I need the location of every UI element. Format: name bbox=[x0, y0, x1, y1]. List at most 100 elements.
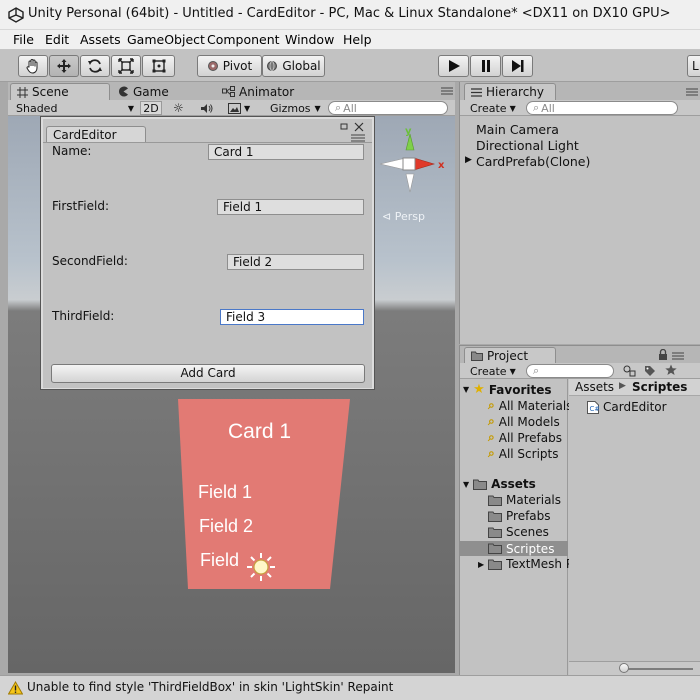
breadcrumb-root[interactable]: Assets bbox=[575, 380, 614, 394]
layers-label: L bbox=[692, 59, 699, 73]
csharp-script-icon: C# bbox=[587, 400, 600, 414]
window-menu-icon[interactable] bbox=[351, 134, 365, 142]
persp-indicator[interactable]: ⊲ Persp bbox=[382, 210, 425, 223]
play-icon bbox=[448, 60, 460, 72]
scene-search-input[interactable]: ⌕ All bbox=[328, 101, 448, 115]
hand-icon bbox=[26, 59, 38, 74]
breadcrumb: Assets ▶ Scriptes bbox=[569, 379, 700, 396]
first-field-input[interactable]: Field 1 bbox=[217, 199, 364, 215]
hierarchy-item-directional-light[interactable]: Directional Light bbox=[476, 138, 579, 153]
layers-dropdown[interactable]: L bbox=[687, 55, 700, 77]
shading-mode-dropdown[interactable]: Shaded ▼ bbox=[16, 101, 134, 115]
icon-size-slider[interactable] bbox=[619, 663, 629, 673]
tab-scene[interactable]: Scene bbox=[10, 83, 110, 100]
tag-icon[interactable] bbox=[644, 365, 656, 377]
tab-animator[interactable]: Animator bbox=[216, 83, 300, 100]
tab-scene-label: Scene bbox=[32, 85, 69, 99]
hierarchy-create-dropdown[interactable]: Create ▼ bbox=[470, 101, 516, 115]
mode-2d-toggle[interactable]: 2D bbox=[140, 101, 162, 115]
step-icon bbox=[511, 60, 523, 72]
card-field3-text: Field bbox=[200, 550, 240, 570]
favorite-all-models[interactable]: ⌕ All Models bbox=[488, 414, 560, 429]
name-input[interactable]: Card 1 bbox=[208, 144, 364, 160]
globe-icon bbox=[267, 61, 278, 71]
favorite-all-prefabs[interactable]: ⌕ All Prefabs bbox=[488, 430, 562, 445]
sun-icon: ☼ bbox=[173, 101, 184, 115]
menu-file[interactable]: File bbox=[13, 32, 34, 47]
project-search-input[interactable]: ⌕ bbox=[526, 364, 614, 378]
menu-gameobject[interactable]: GameObject bbox=[127, 32, 205, 47]
project-create-dropdown[interactable]: Create ▼ bbox=[470, 364, 516, 378]
audio-toggle[interactable] bbox=[200, 101, 213, 115]
folder-icon bbox=[488, 543, 502, 554]
favorites-label: Favorites bbox=[488, 382, 552, 397]
pivot-toggle-button[interactable]: Pivot bbox=[197, 55, 262, 77]
lock-icon[interactable] bbox=[658, 349, 668, 360]
card-editor-window: CardEditor Name: Card 1 FirstField: Fiel… bbox=[40, 116, 375, 390]
card-editor-tab[interactable]: CardEditor bbox=[46, 126, 146, 143]
expand-triangle-icon[interactable]: ▶ bbox=[465, 155, 472, 165]
star-icon[interactable] bbox=[665, 364, 677, 376]
menu-assets[interactable]: Assets bbox=[80, 32, 121, 47]
add-card-button[interactable]: Add Card bbox=[51, 364, 365, 383]
folder-scriptes[interactable]: Scriptes bbox=[460, 541, 568, 556]
project-controls: Create ▼ ⌕ bbox=[460, 363, 700, 379]
pause-button[interactable] bbox=[470, 55, 501, 77]
rotate-icon bbox=[88, 59, 102, 73]
project-tab-strip: Project bbox=[460, 346, 700, 364]
main-toolbar: Pivot Global L bbox=[0, 50, 700, 82]
rect-tool-button[interactable] bbox=[142, 55, 175, 77]
file-cardeditor[interactable]: C# CardEditor bbox=[587, 400, 667, 414]
global-toggle-button[interactable]: Global bbox=[262, 55, 325, 77]
menu-window[interactable]: Window bbox=[285, 32, 334, 47]
folder-textmesh[interactable]: ▶ TextMesh P bbox=[478, 557, 573, 571]
maximize-icon[interactable] bbox=[340, 123, 350, 131]
breadcrumb-current[interactable]: Scriptes bbox=[632, 380, 687, 394]
hierarchy-tab-strip: Hierarchy bbox=[460, 82, 700, 100]
menu-help[interactable]: Help bbox=[343, 32, 372, 47]
scene-control-bar: Shaded ▼ 2D ☼ ▼ Gizmos ▼ ⌕ All bbox=[8, 100, 455, 116]
hierarchy-search-input[interactable]: ⌕ All bbox=[526, 101, 678, 115]
close-icon[interactable] bbox=[354, 122, 364, 132]
folder-label: Scenes bbox=[506, 525, 549, 539]
hand-tool-button[interactable] bbox=[18, 55, 48, 77]
mode-2d-label: 2D bbox=[143, 101, 159, 115]
filter-type-icon[interactable] bbox=[623, 365, 636, 377]
lighting-toggle[interactable]: ☼ bbox=[173, 101, 184, 115]
panel-menu-icon[interactable] bbox=[686, 88, 698, 96]
search-icon: ⌕ bbox=[533, 101, 540, 114]
light-gizmo-icon[interactable] bbox=[245, 551, 277, 583]
third-field-label: ThirdField: bbox=[52, 309, 115, 323]
hierarchy-item-cardprefab[interactable]: CardPrefab(Clone) bbox=[476, 154, 590, 169]
third-field-input[interactable]: Field 3 bbox=[220, 309, 364, 325]
gizmos-dropdown[interactable]: Gizmos ▼ bbox=[270, 101, 321, 115]
rotate-tool-button[interactable] bbox=[80, 55, 110, 77]
folder-scenes[interactable]: Scenes bbox=[488, 525, 549, 539]
persp-label: Persp bbox=[394, 210, 425, 223]
second-field-input[interactable]: Field 2 bbox=[227, 254, 364, 270]
svg-text:C#: C# bbox=[590, 405, 600, 413]
hierarchy-item-main-camera[interactable]: Main Camera bbox=[476, 122, 559, 137]
assets-header[interactable]: ▼ Assets bbox=[463, 477, 536, 491]
favorite-all-materials[interactable]: ⌕ All Materials bbox=[488, 398, 572, 413]
favorites-header[interactable]: ▼ ★ Favorites bbox=[463, 382, 552, 397]
panel-menu-icon[interactable] bbox=[672, 352, 684, 360]
scale-tool-button[interactable] bbox=[111, 55, 141, 77]
panel-menu-icon[interactable] bbox=[441, 87, 453, 95]
step-button[interactable] bbox=[502, 55, 533, 77]
effects-dropdown[interactable]: ▼ bbox=[228, 101, 250, 115]
folder-prefabs[interactable]: Prefabs bbox=[488, 509, 551, 523]
menu-edit[interactable]: Edit bbox=[45, 32, 69, 47]
hierarchy-create-label: Create bbox=[470, 101, 507, 115]
menu-component[interactable]: Component bbox=[207, 32, 280, 47]
play-button[interactable] bbox=[438, 55, 469, 77]
folder-materials[interactable]: Materials bbox=[488, 493, 561, 507]
favorite-all-scripts[interactable]: ⌕ All Scripts bbox=[488, 446, 558, 461]
tab-game[interactable]: Game bbox=[112, 83, 175, 100]
move-tool-button[interactable] bbox=[49, 55, 79, 77]
tab-hierarchy[interactable]: Hierarchy bbox=[464, 83, 556, 100]
dropdown-arrow-icon: ▼ bbox=[244, 103, 251, 113]
orientation-gizmo[interactable]: y x bbox=[372, 122, 454, 214]
tab-project[interactable]: Project bbox=[464, 347, 556, 364]
status-message[interactable]: Unable to find style 'ThirdFieldBox' in … bbox=[27, 680, 393, 694]
